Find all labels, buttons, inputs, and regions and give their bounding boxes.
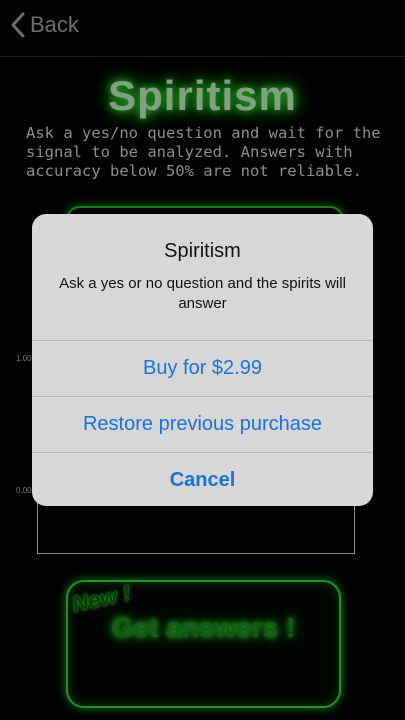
alert-title: Spiritism: [164, 240, 241, 262]
cancel-button[interactable]: Cancel: [32, 452, 373, 506]
restore-purchase-button[interactable]: Restore previous purchase: [32, 396, 373, 452]
buy-button[interactable]: Buy for $2.99: [32, 340, 373, 396]
purchase-alert-dialog: Spiritism Ask a yes or no question and t…: [32, 214, 373, 506]
alert-message: Ask a yes or no question and the spirits…: [59, 275, 346, 312]
alert-header: Spiritism Ask a yes or no question and t…: [32, 214, 373, 340]
